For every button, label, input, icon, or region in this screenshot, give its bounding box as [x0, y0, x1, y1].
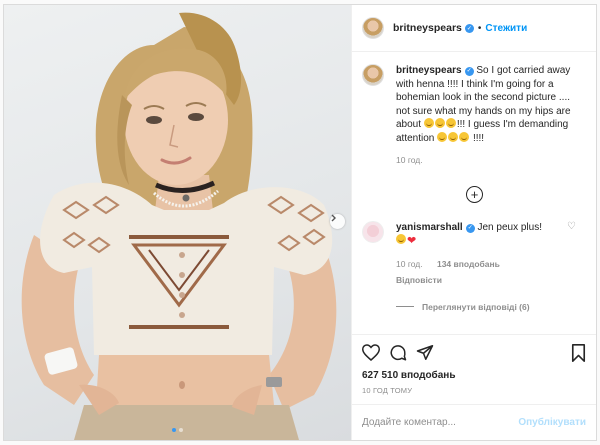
comment-text: Jen peux plus! — [477, 221, 543, 233]
bookmark-icon — [571, 343, 586, 362]
commenter-username[interactable]: yanismarshall — [396, 222, 463, 233]
instagram-post: britneyspears ✓ • Стежити britneyspears ✓… — [3, 4, 597, 441]
caption-time[interactable]: 10 год. — [396, 155, 423, 165]
caption-text-3: !!!! — [472, 132, 485, 144]
caption: britneyspears ✓ So I got carried away wit… — [362, 64, 586, 168]
carousel-indicator — [4, 428, 351, 432]
rolling-eyes-emoji-icon — [459, 131, 470, 142]
comment-time[interactable]: 10 год. — [396, 259, 423, 269]
post-sidebar: britneyspears ✓ • Стежити britneyspears ✓… — [351, 5, 596, 440]
add-comment-bar: Опублікувати — [352, 404, 596, 440]
like-button[interactable] — [362, 344, 380, 361]
likes-count[interactable]: 627 510 вподобань — [352, 370, 596, 384]
comment-row: yanismarshall ✓ Jen peux plus! ❤ 10 год. … — [362, 220, 586, 288]
verified-icon: ✓ — [464, 23, 474, 33]
post-time[interactable]: 10 ГОД ТОМУ — [352, 384, 596, 404]
laughing-emoji-icon — [423, 118, 434, 128]
view-replies-label: Переглянути відповіді (6) — [422, 301, 530, 312]
load-more-comments-button[interactable]: + — [466, 185, 483, 203]
tongue-emoji-icon — [434, 118, 445, 128]
verified-icon: ✓ — [464, 67, 474, 77]
red-heart-emoji-icon: ❤ — [407, 235, 417, 247]
comment-likes[interactable]: 134 вподобань — [437, 259, 500, 269]
caption-avatar[interactable] — [362, 64, 384, 86]
replies-divider — [396, 306, 414, 307]
publish-button[interactable]: Опублікувати — [518, 417, 586, 428]
commenter-avatar[interactable] — [362, 220, 384, 243]
caption-body: britneyspears ✓ So I got carried away wit… — [396, 64, 574, 168]
reply-button[interactable]: Відповісти — [396, 274, 574, 288]
chevron-right-icon — [331, 214, 336, 222]
share-button[interactable] — [416, 344, 434, 361]
caption-username[interactable]: britneyspears — [396, 65, 462, 76]
comment-button[interactable] — [389, 344, 407, 362]
comment-body: yanismarshall ✓ Jen peux plus! ❤ 10 год. … — [396, 221, 574, 288]
action-bar — [352, 334, 596, 370]
post-photo[interactable] — [4, 5, 351, 440]
crying-laughing-emoji-icon — [396, 234, 406, 244]
like-comment-heart-icon[interactable]: ♡ — [567, 221, 576, 232]
comment-meta: 10 год. 134 вподобань — [396, 258, 574, 272]
plus-circle-icon: + — [470, 186, 479, 202]
caption-meta: 10 год. — [396, 154, 574, 168]
post-header: britneyspears ✓ • Стежити — [352, 5, 596, 52]
rolling-eyes-emoji-icon — [448, 131, 459, 142]
comment-input[interactable] — [362, 417, 519, 428]
author-username[interactable]: britneyspears — [393, 22, 462, 34]
photo-illustration — [21, 12, 337, 440]
carousel-dot-2 — [179, 428, 183, 432]
carousel-dot-1 — [172, 428, 176, 432]
rofl-emoji-icon — [445, 118, 456, 128]
rolling-eyes-emoji-icon — [437, 131, 448, 142]
comments-section: britneyspears ✓ So I got carried away wit… — [352, 52, 596, 334]
heart-icon — [362, 344, 380, 361]
follow-button[interactable]: Стежити — [485, 23, 527, 34]
verified-icon: ✓ — [465, 223, 475, 233]
save-button[interactable] — [571, 343, 586, 362]
view-replies-button[interactable]: Переглянути відповіді (6) — [396, 302, 586, 312]
author-avatar[interactable] — [362, 17, 384, 39]
share-icon — [416, 345, 434, 360]
next-slide-button[interactable] — [330, 214, 345, 229]
header-separator: • — [477, 22, 482, 34]
comment-icon — [390, 344, 407, 360]
